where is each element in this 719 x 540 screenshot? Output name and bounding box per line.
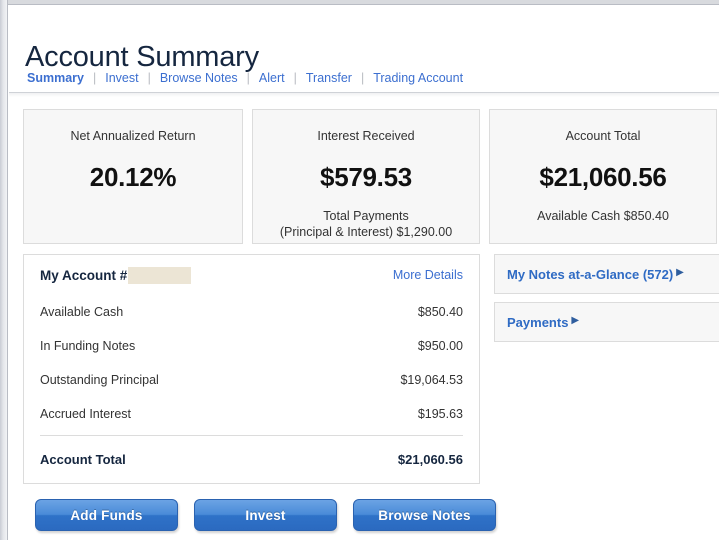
account-row-value: $19,064.53 [400,373,463,387]
action-button-row: Add Funds Invest Browse Notes [35,499,496,531]
account-total-label: Account Total [40,452,126,467]
metric-card: Interest Received $579.53 Total Payments (P… [252,109,480,244]
nav-separator: | [246,71,250,85]
metric-card-subtext: Available Cash $850.40 [490,208,716,224]
metric-card-subtext-line1: Available Cash $850.40 [537,209,669,223]
window-chrome-top-edge [8,0,719,5]
nav-shadow [9,93,719,97]
account-row: Outstanding Principal $19,064.53 [40,363,463,397]
add-funds-button[interactable]: Add Funds [35,499,178,531]
nav-link-transfer[interactable]: Transfer [306,70,352,86]
page-content: Account Summary Summary | Invest | Browse No… [9,6,719,540]
metric-card-value: $579.53 [320,162,412,192]
nav-link-trading-account[interactable]: Trading Account [373,70,463,86]
side-panel-label: Payments [507,314,569,330]
account-number-label: My Account # [40,267,128,283]
invest-button[interactable]: Invest [194,499,337,531]
metric-card-value: $21,060.56 [539,162,667,192]
account-row: Available Cash $850.40 [40,295,463,329]
nav-link-list: Summary | Invest | Browse Notes | Alert | Transf… [27,70,463,86]
nav-separator: | [293,71,297,85]
account-rows: Available Cash $850.40 In Funding Notes $95… [40,295,463,431]
nav-separator: | [360,71,365,85]
metric-card-label: Net Annualized Return [70,129,196,143]
nav-separator: | [147,71,151,85]
account-total-row: Account Total $21,060.56 [40,435,463,483]
side-panel-my[interactable]: My Notes at-a-Glance (572) ▶ [494,254,719,294]
account-row-value: $850.40 [417,305,463,319]
chevron-right-icon: ▶ [676,267,684,278]
account-row-value: $195.63 [417,407,463,421]
chevron-right-icon: ▶ [571,315,580,326]
metric-card: Account Total $21,060.56 Available Cash $8… [489,109,717,244]
account-number-redaction [128,266,192,284]
metric-card-subtext: Total Payments (Principal & Interest) $1,… [253,208,479,240]
account-row-label: Available Cash [40,305,124,319]
browser-viewport: Account Summary Summary | Invest | Browse No… [0,0,719,540]
primary-nav: Summary | Invest | Browse Notes | Alert | Transf… [9,66,719,93]
metric-card: Net Annualized Return 20.12% [23,109,243,244]
nav-link-alert[interactable]: Alert [259,70,285,86]
side-panel-column: My Notes at-a-Glance (572) ▶ Payments ▶ [494,254,719,350]
metric-card-subtext-line2: (Principal & Interest) $1,290.00 [279,225,453,239]
metric-card-value: 20.12% [89,162,177,192]
nav-link-browse-notes[interactable]: Browse Notes [160,70,238,86]
account-row: In Funding Notes $950.00 [40,329,463,363]
nav-link-summary[interactable]: Summary [27,70,84,86]
account-panel-header: My Account # More Details [40,255,463,295]
metric-card-label: Account Total [565,129,641,143]
account-row: Accrued Interest $195.63 [40,397,463,431]
browse-notes-button[interactable]: Browse Notes [353,499,496,531]
side-panel-payments[interactable]: Payments ▶ [494,302,719,342]
account-details-panel: My Account # More Details Available Cash… [23,254,480,484]
side-panel-label: My Notes at-a-Glance (572) [507,266,674,282]
metric-card-label: Interest Received [317,129,415,143]
account-row-value: $950.00 [417,339,463,353]
metric-card-row: Net Annualized Return 20.12% Interest Rece… [23,109,719,244]
account-row-label: Outstanding Principal [40,373,159,387]
more-details-link[interactable]: More Details [393,268,463,282]
account-number-heading: My Account # [40,266,192,284]
metric-card-subtext-line1: Total Payments [323,209,409,223]
nav-separator: | [92,71,97,85]
account-row-label: Accrued Interest [40,407,132,421]
window-chrome-left-edge [0,0,8,540]
nav-link-invest[interactable]: Invest [105,70,138,86]
account-total-value: $21,060.56 [397,452,463,467]
account-row-label: In Funding Notes [40,339,136,353]
